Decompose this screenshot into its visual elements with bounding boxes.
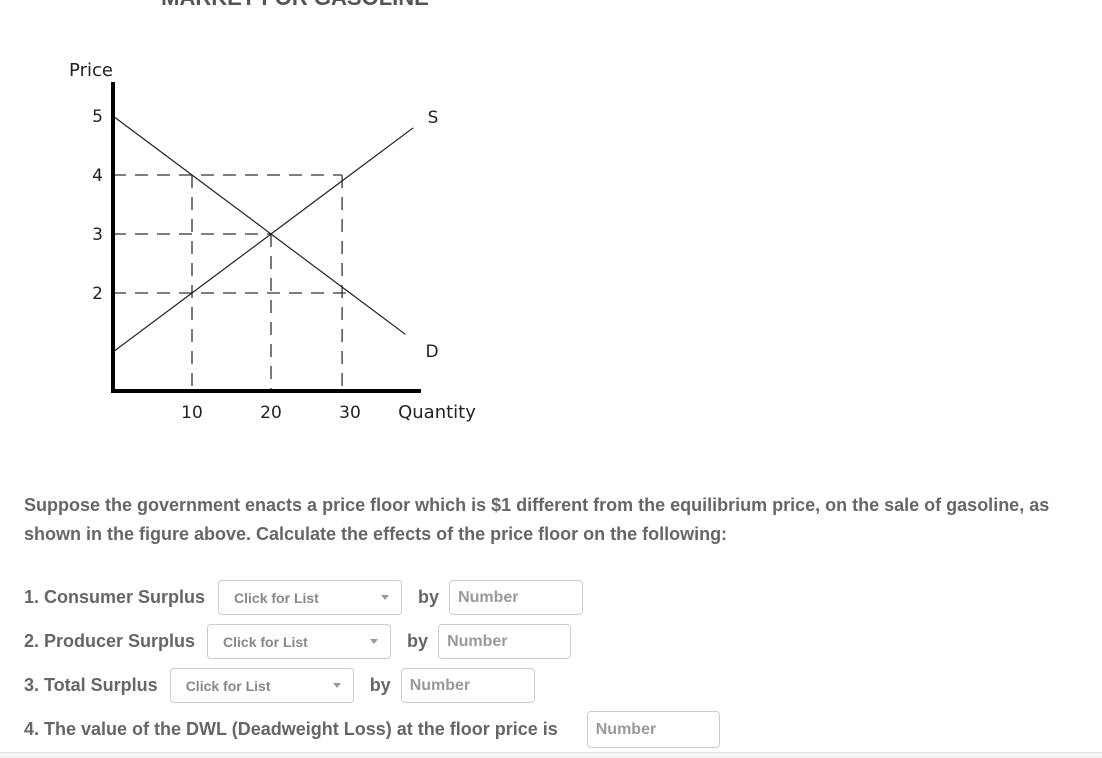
dropdown-value: Click for List: [223, 633, 308, 650]
demand-curve: [112, 115, 406, 335]
y-tick-label-5: 5: [92, 107, 103, 127]
total-surplus-row: 3. Total Surplus Click for List by: [24, 668, 535, 703]
chevron-down-icon: [332, 683, 341, 688]
consumer-surplus-row: 1. Consumer Surplus Click for List by: [24, 580, 584, 615]
by-label: by: [369, 675, 391, 695]
total-surplus-dropdown[interactable]: Click for List: [169, 668, 354, 703]
chart-title: MARKET FOR GASOLINE: [161, 0, 429, 10]
x-tick-label-30: 30: [339, 403, 361, 423]
x-axis-label: Quantity: [398, 402, 476, 423]
producer-surplus-input[interactable]: [438, 624, 572, 659]
x-tick-label-20: 20: [260, 403, 282, 423]
dwl-label: 4. The value of the DWL (Deadweight Loss…: [24, 719, 558, 739]
by-label: by: [407, 631, 429, 651]
total-surplus-input[interactable]: [400, 668, 535, 703]
producer-surplus-dropdown[interactable]: Click for List: [207, 624, 392, 659]
market-chart: MARKET FOR GASOLINE Price Quantity 2 3 4 5 1…: [69, 0, 476, 423]
dwl-row: 4. The value of the DWL (Deadweight Loss…: [24, 711, 720, 748]
footer-strip: [0, 752, 1102, 758]
question-text: Suppose the government enacts a price fl…: [24, 495, 1050, 544]
total-surplus-label: 3. Total Surplus: [24, 675, 158, 695]
consumer-surplus-label: 1. Consumer Surplus: [24, 587, 206, 607]
y-tick-label-4: 4: [92, 166, 103, 186]
chevron-down-icon: [370, 639, 379, 644]
chevron-down-icon: [381, 595, 390, 600]
x-tick-label-10: 10: [181, 403, 203, 423]
by-label: by: [418, 587, 440, 607]
dropdown-value: Click for List: [234, 589, 319, 606]
dropdown-value: Click for List: [185, 677, 271, 694]
consumer-surplus-input[interactable]: [449, 580, 584, 615]
dwl-input[interactable]: [586, 711, 720, 748]
y-axis-label: Price: [69, 60, 113, 81]
consumer-surplus-dropdown[interactable]: Click for List: [218, 580, 403, 615]
supply-curve: [112, 127, 414, 353]
y-tick-label-3: 3: [92, 225, 103, 245]
demand-label: D: [425, 342, 438, 362]
producer-surplus-row: 2. Producer Surplus Click for List by: [24, 624, 572, 659]
supply-label: S: [428, 108, 439, 128]
y-tick-label-2: 2: [92, 284, 103, 304]
producer-surplus-label: 2. Producer Surplus: [24, 631, 196, 651]
